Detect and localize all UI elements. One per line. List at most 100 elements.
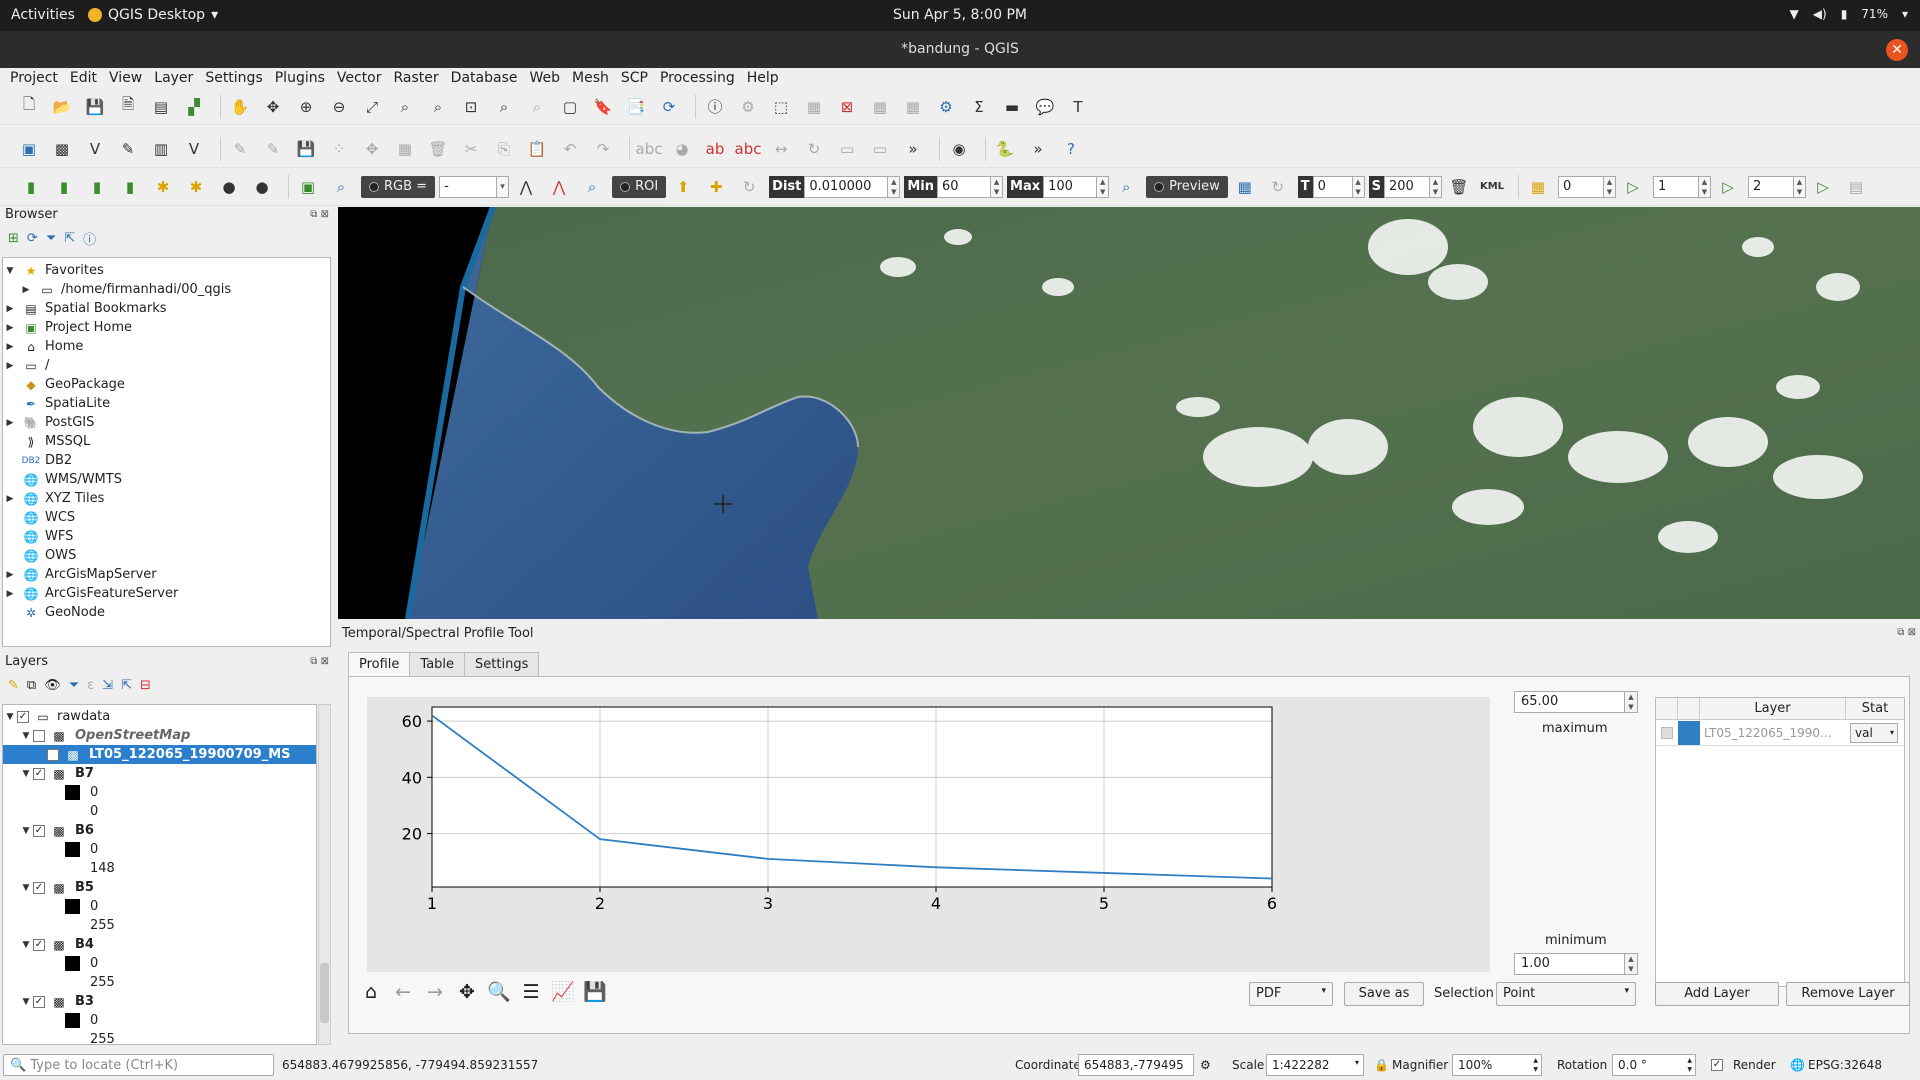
min-value-input[interactable]: 1.00 ▲ ▼ — [1514, 953, 1638, 975]
float-panel-icon[interactable]: ⧉ — [310, 656, 317, 667]
filter-legend-icon[interactable]: ⏷ — [69, 678, 79, 693]
layer-visibility-checkbox[interactable]: ✓ — [33, 995, 45, 1008]
browser-item-wcs[interactable]: 🌐 WCS — [3, 508, 330, 527]
add-group-icon[interactable]: ⧉ — [27, 678, 36, 693]
open-project-icon[interactable]: 📂 — [49, 94, 75, 120]
zoom-out-icon[interactable]: ⊖ — [326, 94, 352, 120]
remove-layer-icon[interactable]: ⊟ — [140, 678, 151, 693]
new-geopackage-icon[interactable]: ▩ — [49, 136, 75, 162]
save-edits-icon[interactable]: 💾 — [293, 136, 319, 162]
select-features-icon[interactable]: ⬚ — [768, 94, 794, 120]
label-rotate-icon[interactable]: ↻ — [801, 136, 827, 162]
rgb-combo[interactable]: - ▾ — [439, 175, 510, 199]
toggle-edit-icon[interactable]: ✎ — [227, 136, 253, 162]
browser-item-spatial-bookmarks[interactable]: ▶ ▤ Spatial Bookmarks — [3, 299, 330, 318]
modify-attributes-icon[interactable]: ▦ — [392, 136, 418, 162]
battery-icon[interactable]: ▮ — [1841, 7, 1848, 21]
browser-item-home-folder[interactable]: ▶ ▭/home/firmanhadi/00_qgis — [3, 280, 330, 299]
crs-globe-icon[interactable]: 🌐 — [1790, 1058, 1805, 1072]
pan-icon[interactable]: ✥ — [455, 980, 479, 1004]
zoom-full-icon[interactable]: ⤢ — [359, 94, 385, 120]
zoom-layer-icon[interactable]: ⌕ — [425, 94, 451, 120]
digitize-icon[interactable]: ✎ — [115, 136, 141, 162]
new-print-layout-icon[interactable]: 🗎 — [115, 94, 141, 120]
crs-button[interactable]: EPSG:32648 — [1808, 1058, 1882, 1072]
browser-item-db2[interactable]: DB2 DB2 — [3, 451, 330, 470]
close-panel-icon[interactable]: ⊠ — [1908, 627, 1916, 638]
float-panel-icon[interactable]: ⧉ — [1897, 627, 1904, 638]
add-selected-icon[interactable]: ⊞ — [8, 231, 19, 246]
pan-to-selection-icon[interactable]: ✥ — [260, 94, 286, 120]
home-icon[interactable]: ⌂ — [359, 980, 383, 1004]
export-format-combo[interactable]: PDF ▾ — [1249, 982, 1333, 1006]
browser-item-root[interactable]: ▶ ▭ / — [3, 356, 330, 375]
tab-profile[interactable]: Profile — [348, 652, 411, 676]
menu-edit[interactable]: Edit — [68, 68, 104, 89]
measure-icon[interactable]: ▬ — [999, 94, 1025, 120]
layer-band-b5[interactable]: ▼ ✓ ▩ B5 — [3, 878, 316, 897]
zoom-in-icon[interactable]: ⊕ — [293, 94, 319, 120]
tab-table[interactable]: Table — [409, 652, 466, 676]
paste-icon[interactable]: 📋 — [524, 136, 550, 162]
add-virtual-layer-icon[interactable]: V — [181, 136, 207, 162]
forward-icon[interactable]: → — [423, 980, 447, 1004]
help-icon[interactable]: ? — [1058, 136, 1084, 162]
pointer-icon[interactable]: ● — [216, 174, 242, 200]
profile-chart[interactable]: 1 2 3 4 5 6 20 40 60 — [367, 697, 1490, 972]
expand-all-icon[interactable]: ⇲ — [102, 678, 113, 693]
classification-icon[interactable]: ▮ — [84, 174, 110, 200]
style-layer-icon[interactable]: ✎ — [8, 678, 19, 693]
label-show-icon[interactable]: ▭ — [867, 136, 893, 162]
max-value-input[interactable]: 65.00 ▲ ▼ — [1514, 691, 1638, 713]
statistics-icon[interactable]: Σ — [966, 94, 992, 120]
band-b-field[interactable]: 1 ▲ ▼ — [1653, 175, 1711, 199]
menu-database[interactable]: Database — [449, 68, 525, 89]
label-tool-icon[interactable]: abc — [636, 136, 663, 162]
tab-settings[interactable]: Settings — [464, 652, 540, 676]
menu-layer[interactable]: Layer — [152, 68, 200, 89]
float-panel-icon[interactable]: ⧉ — [310, 209, 317, 220]
create-roi-icon[interactable]: ⬆ — [670, 174, 696, 200]
label-pin-icon[interactable]: abc — [735, 136, 762, 162]
layer-visibility-checkbox[interactable]: ✓ — [33, 824, 45, 837]
map-canvas[interactable] — [338, 207, 1920, 619]
layer-band-b6[interactable]: ▼ ✓ ▩ B6 — [3, 821, 316, 840]
label-move-icon[interactable]: ↔ — [768, 136, 794, 162]
layer-osm[interactable]: ▼ ▩ OpenStreetMap — [3, 726, 316, 745]
render-checkbox[interactable]: ✓ — [1711, 1057, 1729, 1071]
layer-band-b7[interactable]: ▼ ✓ ▩ B7 — [3, 764, 316, 783]
menu-web[interactable]: Web — [527, 68, 567, 89]
redo-icon[interactable]: ↷ — [590, 136, 616, 162]
save-project-icon[interactable]: 💾 — [82, 94, 108, 120]
field-calculator-icon[interactable]: ▦ — [900, 94, 926, 120]
preview-toggle[interactable]: Preview — [1146, 175, 1228, 198]
layer-visibility-checkbox[interactable] — [33, 729, 45, 742]
edit-curve-icon[interactable]: 📈 — [551, 980, 575, 1004]
new-map-view-icon[interactable]: ▢ — [557, 94, 583, 120]
band-set-icon[interactable]: ▮ — [18, 174, 44, 200]
zoom-icon[interactable]: 🔍 — [487, 980, 511, 1004]
wifi-icon[interactable]: ▼ — [1790, 7, 1799, 21]
clock[interactable]: Sun Apr 5, 8:00 PM — [893, 7, 1027, 23]
locator-search-input[interactable]: 🔍 Type to locate (Ctrl+K) — [3, 1054, 274, 1076]
data-source-manager-icon[interactable]: ▣ — [16, 136, 42, 162]
layer-visibility-checkbox[interactable]: ✓ — [47, 748, 59, 761]
band-b-arrow-icon[interactable]: ▷ — [1715, 174, 1741, 200]
more-tools-icon[interactable]: » — [900, 136, 926, 162]
roi-toggle[interactable]: ROI — [612, 175, 667, 198]
stretch-icon[interactable]: ⋀ — [546, 174, 572, 200]
zoom-image-icon[interactable]: ⌕ — [328, 174, 354, 200]
browser-item-wfs[interactable]: 🌐 WFS — [3, 527, 330, 546]
text-annotation-icon[interactable]: T — [1065, 94, 1091, 120]
add-raster-icon[interactable]: ▥ — [148, 136, 174, 162]
collapse-all-icon[interactable]: ⇱ — [64, 231, 75, 246]
save-as-button[interactable]: Save as — [1344, 982, 1424, 1006]
attribute-table-icon[interactable]: ▦ — [867, 94, 893, 120]
undo-icon[interactable]: ↶ — [557, 136, 583, 162]
manage-themes-icon[interactable]: 👁 — [44, 678, 61, 693]
browser-item-mssql[interactable]: ⟫ MSSQL — [3, 432, 330, 451]
label-highlight-icon[interactable]: ab — [702, 136, 728, 162]
roi-icon[interactable]: ✱ — [183, 174, 209, 200]
layer-visibility-checkbox[interactable]: ✓ — [17, 710, 29, 723]
add-point-icon[interactable]: ⁘ — [326, 136, 352, 162]
